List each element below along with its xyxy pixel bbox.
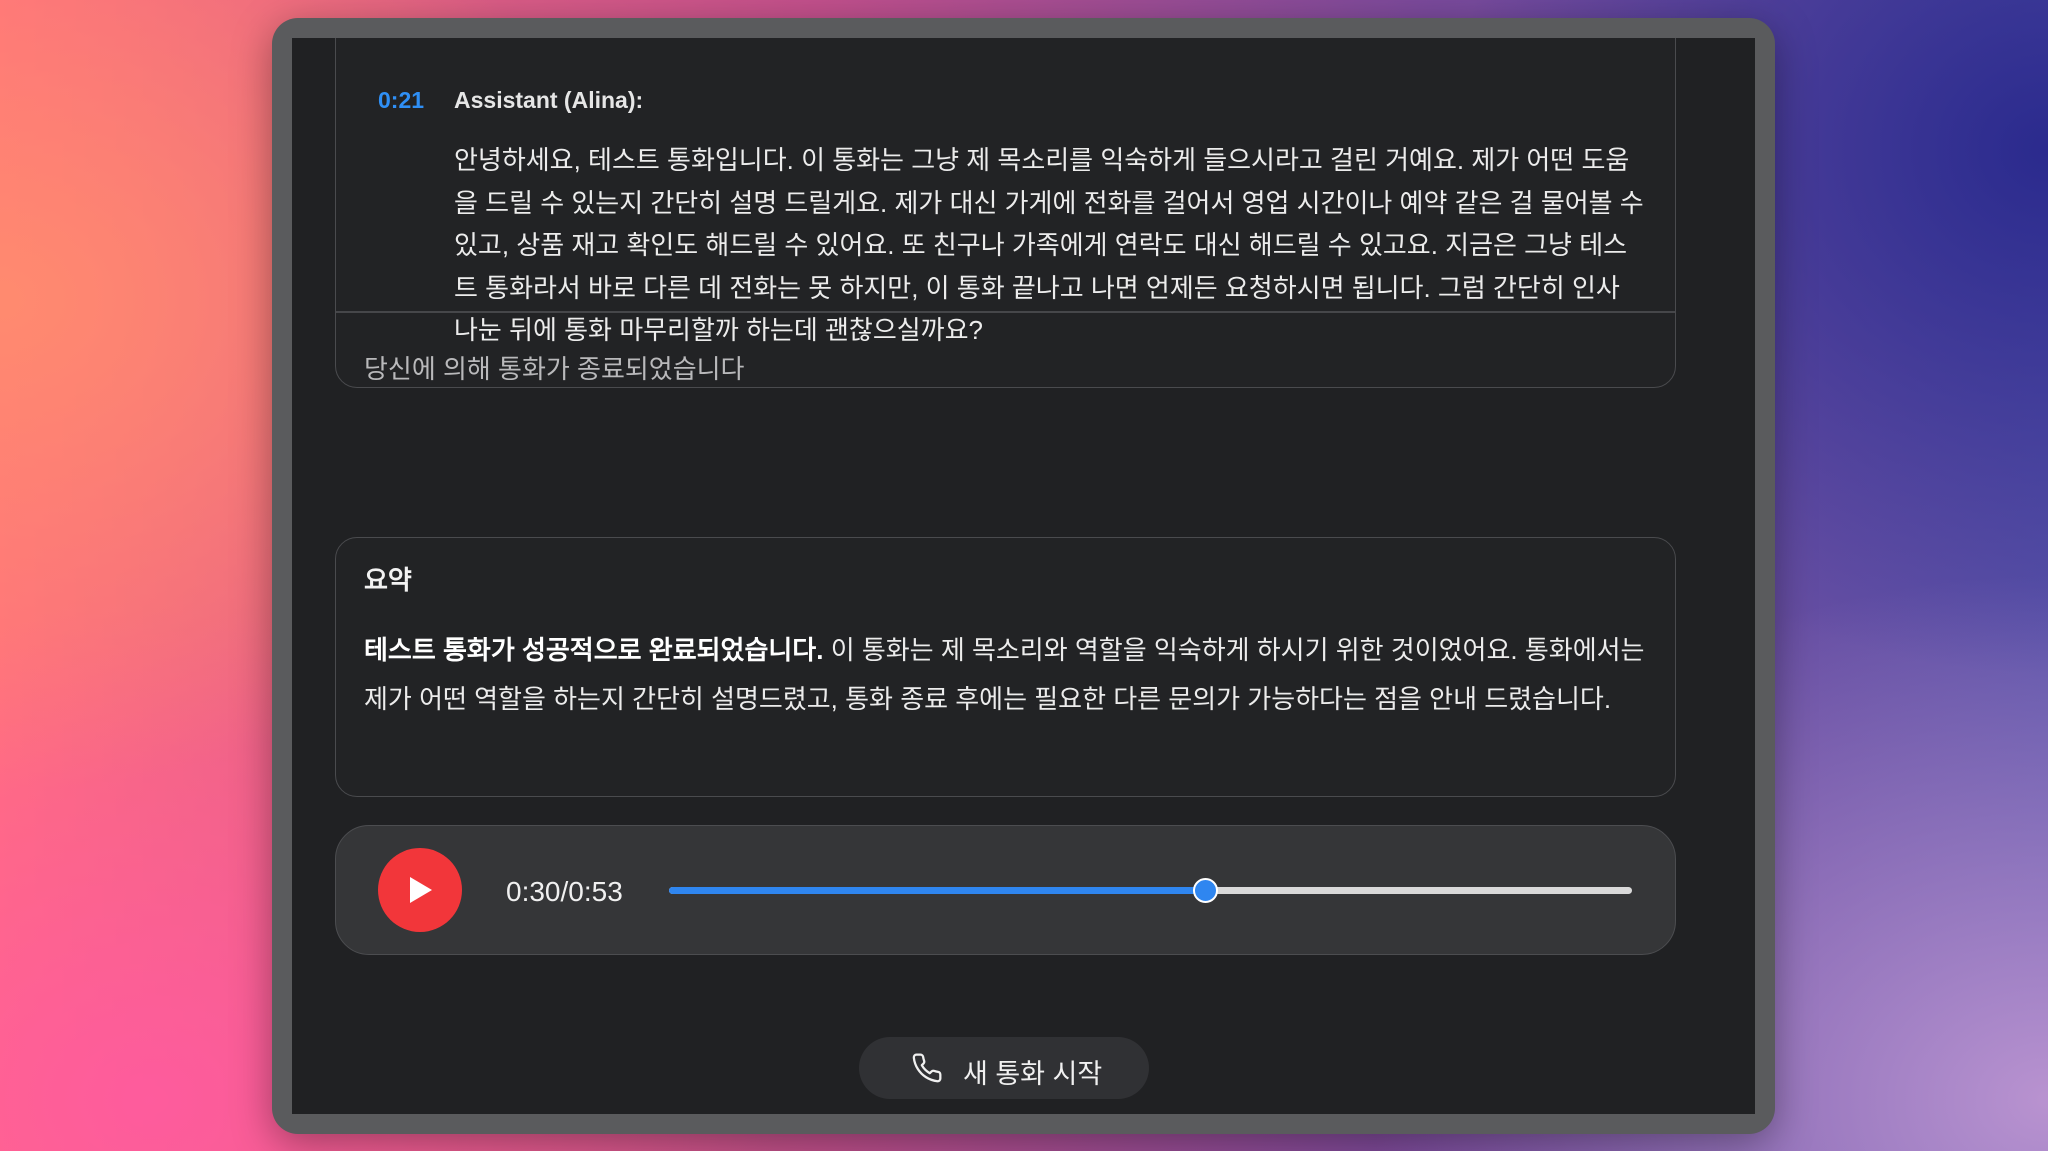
- new-call-label: 새 통화 시작: [963, 1059, 1103, 1089]
- audio-player: 0:30/0:53: [335, 825, 1676, 955]
- transcript-panel: 0:21 Assistant (Alina): 안녕하세요, 테스트 통화입니다…: [335, 38, 1676, 388]
- play-button[interactable]: [378, 848, 462, 932]
- call-ended-status: 당신에 의해 통화가 종료되었습니다: [364, 354, 745, 384]
- phone-icon: [912, 1053, 942, 1083]
- play-icon: [410, 877, 432, 903]
- summary-lead: 테스트 통화가 성공적으로 완료되었습니다.: [364, 635, 824, 665]
- seek-thumb[interactable]: [1192, 878, 1218, 903]
- summary-text: 테스트 통화가 성공적으로 완료되었습니다. 이 통화는 제 목소리와 역할을 …: [364, 626, 1649, 724]
- playback-time: 0:30/0:53: [506, 876, 623, 907]
- new-call-button[interactable]: 새 통화 시작: [859, 1037, 1149, 1099]
- summary-panel: 요약 테스트 통화가 성공적으로 완료되었습니다. 이 통화는 제 목소리와 역…: [335, 537, 1676, 797]
- summary-title: 요약: [364, 565, 412, 595]
- transcript-timestamp[interactable]: 0:21: [378, 87, 424, 114]
- seek-progress: [669, 887, 1205, 894]
- device-frame: 0:21 Assistant (Alina): 안녕하세요, 테스트 통화입니다…: [272, 18, 1775, 1134]
- call-result-screen: 0:21 Assistant (Alina): 안녕하세요, 테스트 통화입니다…: [292, 38, 1755, 1114]
- transcript-message: 안녕하세요, 테스트 통화입니다. 이 통화는 그냥 제 목소리를 익숙하게 들…: [454, 145, 1644, 345]
- transcript-speaker: Assistant (Alina):: [454, 87, 644, 113]
- divider: [336, 311, 1675, 313]
- seek-slider[interactable]: [669, 878, 1632, 903]
